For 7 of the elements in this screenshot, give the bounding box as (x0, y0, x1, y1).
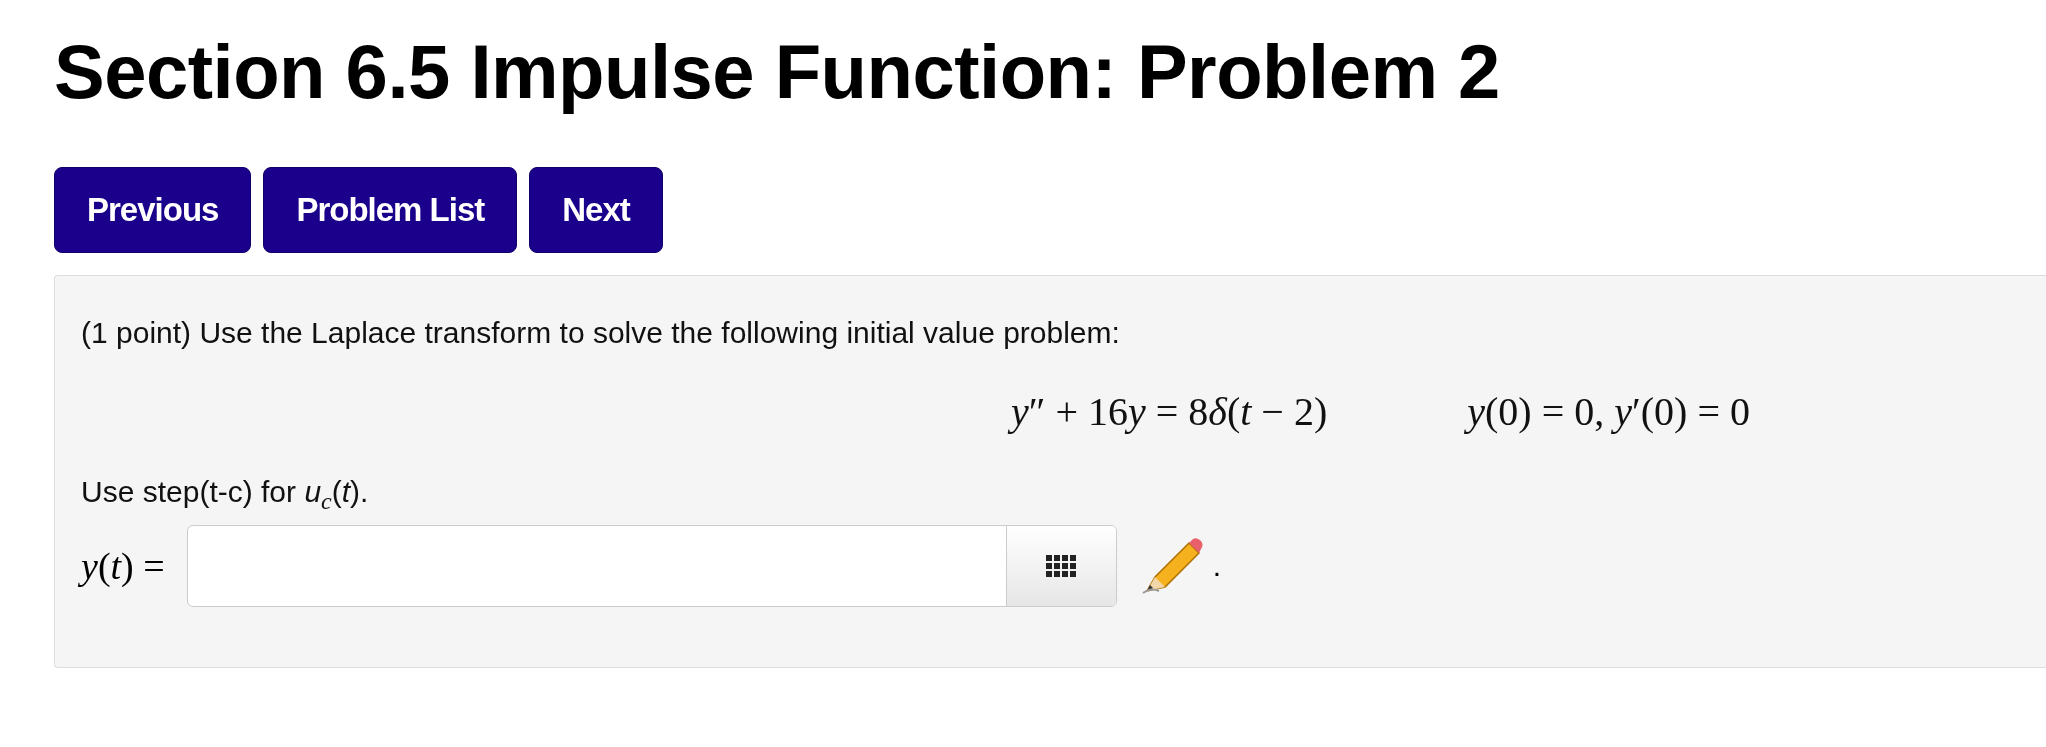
trailing-period: . (1212, 549, 1222, 584)
problem-statement: (1 point) Use the Laplace transform to solve the following initial value problem: (81, 316, 1121, 351)
nav-button[interactable]: Previous (54, 167, 252, 254)
hint-text: Use step(t-c) for u$_{c}$(t). (81, 475, 370, 516)
nav-button[interactable]: Problem List (263, 167, 518, 254)
nav-button[interactable]: Next (529, 167, 663, 254)
page-title: Section 6.5 Impulse Function: Problem 2 (54, 28, 1501, 116)
